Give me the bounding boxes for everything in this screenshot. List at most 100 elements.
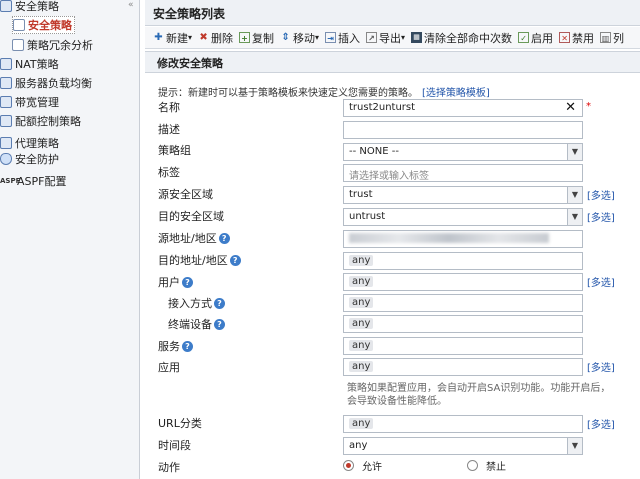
folder-icon <box>0 0 12 12</box>
sidebar-item-security-policy-group[interactable]: 安全策略 <box>0 0 59 15</box>
select-template-link[interactable]: [选择策略模板] <box>422 88 490 99</box>
tag-label: 标签 <box>158 166 180 179</box>
clear-icon[interactable]: ✕ <box>565 100 576 115</box>
dst-zone-multi-select-link[interactable]: [多选] <box>586 209 615 224</box>
help-icon[interactable]: ? <box>214 297 225 309</box>
help-icon[interactable]: ? <box>218 232 230 244</box>
nat-icon <box>0 58 12 70</box>
chevron-down-icon: ▼ <box>567 144 582 160</box>
src-zone-label: 源安全区域 <box>158 188 213 201</box>
sidebar-item-redundancy-analysis[interactable]: 策略冗余分析 <box>12 36 93 54</box>
collapse-sidebar-icon[interactable]: « <box>128 0 134 10</box>
terminal-field[interactable]: any <box>343 315 583 333</box>
description-label: 描述 <box>158 123 180 136</box>
sidebar-item-label: 策略冗余分析 <box>27 39 93 52</box>
sidebar-item-server-lb[interactable]: 服务器负载均衡 <box>0 74 92 92</box>
bandwidth-icon <box>0 96 12 108</box>
help-icon[interactable]: ? <box>182 276 193 288</box>
application-multi-select-link[interactable]: [多选] <box>586 359 615 374</box>
dst-addr-field[interactable]: any <box>343 252 583 270</box>
policy-group-select[interactable]: -- NONE -- ▼ <box>343 143 583 161</box>
doc-icon <box>13 19 25 31</box>
new-button[interactable]: ✚ 新建 ▾ <box>153 30 192 46</box>
sidebar: « 安全策略 安全策略 策略冗余分析 NAT策略 服务器负载均衡 带宽管理 配额… <box>0 0 140 479</box>
chevron-down-icon: ▼ <box>567 209 582 225</box>
dst-zone-select[interactable]: untrust ▼ <box>343 208 583 226</box>
sidebar-item-label: NAT策略 <box>15 58 59 71</box>
sidebar-item-security-policy[interactable]: 安全策略 <box>12 16 75 34</box>
disable-icon: ✕ <box>559 32 571 43</box>
plus-icon: ✚ <box>154 32 163 43</box>
server-icon <box>0 77 12 89</box>
sidebar-item-label: 代理策略 <box>15 137 59 150</box>
columns-icon: ▥ <box>600 32 612 43</box>
sidebar-item-label: 安全策略 <box>15 0 59 13</box>
sidebar-item-label: 配额控制策略 <box>15 115 81 128</box>
toolbar: ✚ 新建 ▾ ✖ 删除 + 复制 ⇕ 移动 ▾ ⇥ 插入 ↗ 导出 ▾ ▦ 清除全部命… <box>145 27 640 49</box>
aspf-icon: ASPF <box>0 177 21 185</box>
name-field[interactable]: trust2unturst ✕ <box>343 99 583 117</box>
url-category-multi-select-link[interactable]: [多选] <box>586 416 615 431</box>
service-field[interactable]: any <box>343 337 583 355</box>
sidebar-item-nat-policy[interactable]: NAT策略 <box>0 55 59 73</box>
move-icon: ⇕ <box>281 32 290 43</box>
delete-icon: ✖ <box>199 32 208 43</box>
clear-hits-button[interactable]: ▦ 清除全部命中次数 <box>411 30 512 46</box>
copy-button[interactable]: + 复制 <box>239 30 274 46</box>
template-hint: 提示：新建时可以基于策略模板来快速定义您需要的策略。 [选择策略模板] <box>158 88 490 99</box>
src-addr-label: 源地址/地区 ? <box>158 230 230 246</box>
required-mark: * <box>586 101 591 112</box>
help-icon[interactable]: ? <box>182 340 193 352</box>
user-label: 用户 ? <box>158 274 193 290</box>
tag-input[interactable]: 请选择或输入标签 <box>343 164 583 182</box>
doc-icon <box>12 39 24 51</box>
access-mode-label: 接入方式 ? <box>168 295 225 311</box>
schedule-select[interactable]: any ▼ <box>343 437 583 455</box>
sidebar-item-label: ASPF配置 <box>17 175 67 188</box>
help-icon[interactable]: ? <box>214 318 225 330</box>
dialog-title: 修改安全策略 <box>145 51 640 73</box>
src-zone-multi-select-link[interactable]: [多选] <box>586 187 615 202</box>
policy-group-label: 策略组 <box>158 144 191 157</box>
insert-icon: ⇥ <box>325 32 337 43</box>
access-mode-field[interactable]: any <box>343 294 583 312</box>
disable-button[interactable]: ✕ 禁用 <box>559 30 594 46</box>
action-deny-radio[interactable]: 禁止 <box>467 458 506 473</box>
insert-button[interactable]: ⇥ 插入 <box>325 30 360 46</box>
description-field[interactable] <box>343 121 583 139</box>
application-note: 策略如果配置应用，会自动开启SA识别功能。功能开启后，会导致设备性能降低。 <box>347 383 611 407</box>
action-permit-radio[interactable]: 允许 <box>343 458 382 473</box>
service-label: 服务 ? <box>158 338 193 354</box>
url-category-label: URL分类 <box>158 417 202 430</box>
dst-zone-label: 目的安全区域 <box>158 210 224 223</box>
user-field[interactable]: any <box>343 273 583 291</box>
clear-icon: ▦ <box>411 32 423 43</box>
main-panel: 安全策略列表 ✚ 新建 ▾ ✖ 删除 + 复制 ⇕ 移动 ▾ ⇥ 插入 ↗ 导出 ▾ … <box>145 0 640 479</box>
url-category-field[interactable]: any <box>343 415 583 433</box>
sidebar-item-aspf[interactable]: ASPF ASPF配置 <box>0 172 66 190</box>
shield-icon <box>0 153 12 165</box>
export-button[interactable]: ↗ 导出 ▾ <box>366 30 405 46</box>
action-label: 动作 <box>158 461 180 474</box>
delete-button[interactable]: ✖ 删除 <box>198 30 233 46</box>
src-zone-select[interactable]: trust ▼ <box>343 186 583 204</box>
radio-checked-icon <box>343 460 354 471</box>
move-button[interactable]: ⇕ 移动 ▾ <box>280 30 319 46</box>
sidebar-item-label: 服务器负载均衡 <box>15 77 92 90</box>
columns-button[interactable]: ▥ 列 <box>600 30 624 46</box>
application-field[interactable]: any <box>343 358 583 376</box>
sidebar-item-label: 安全防护 <box>15 153 59 166</box>
sidebar-item-protection[interactable]: 安全防护 <box>0 150 59 168</box>
terminal-label: 终端设备 ? <box>168 316 225 332</box>
quota-icon <box>0 115 12 127</box>
src-addr-field[interactable] <box>343 230 583 248</box>
enable-button[interactable]: ✓ 启用 <box>518 30 553 46</box>
chevron-down-icon: ▾ <box>188 33 193 42</box>
user-multi-select-link[interactable]: [多选] <box>586 274 615 289</box>
application-label: 应用 <box>158 361 180 374</box>
sidebar-item-bandwidth[interactable]: 带宽管理 <box>0 93 59 111</box>
chevron-down-icon: ▼ <box>567 187 582 203</box>
sidebar-item-label: 安全策略 <box>28 19 72 32</box>
sidebar-item-quota[interactable]: 配额控制策略 <box>0 112 81 130</box>
help-icon[interactable]: ? <box>229 254 241 266</box>
